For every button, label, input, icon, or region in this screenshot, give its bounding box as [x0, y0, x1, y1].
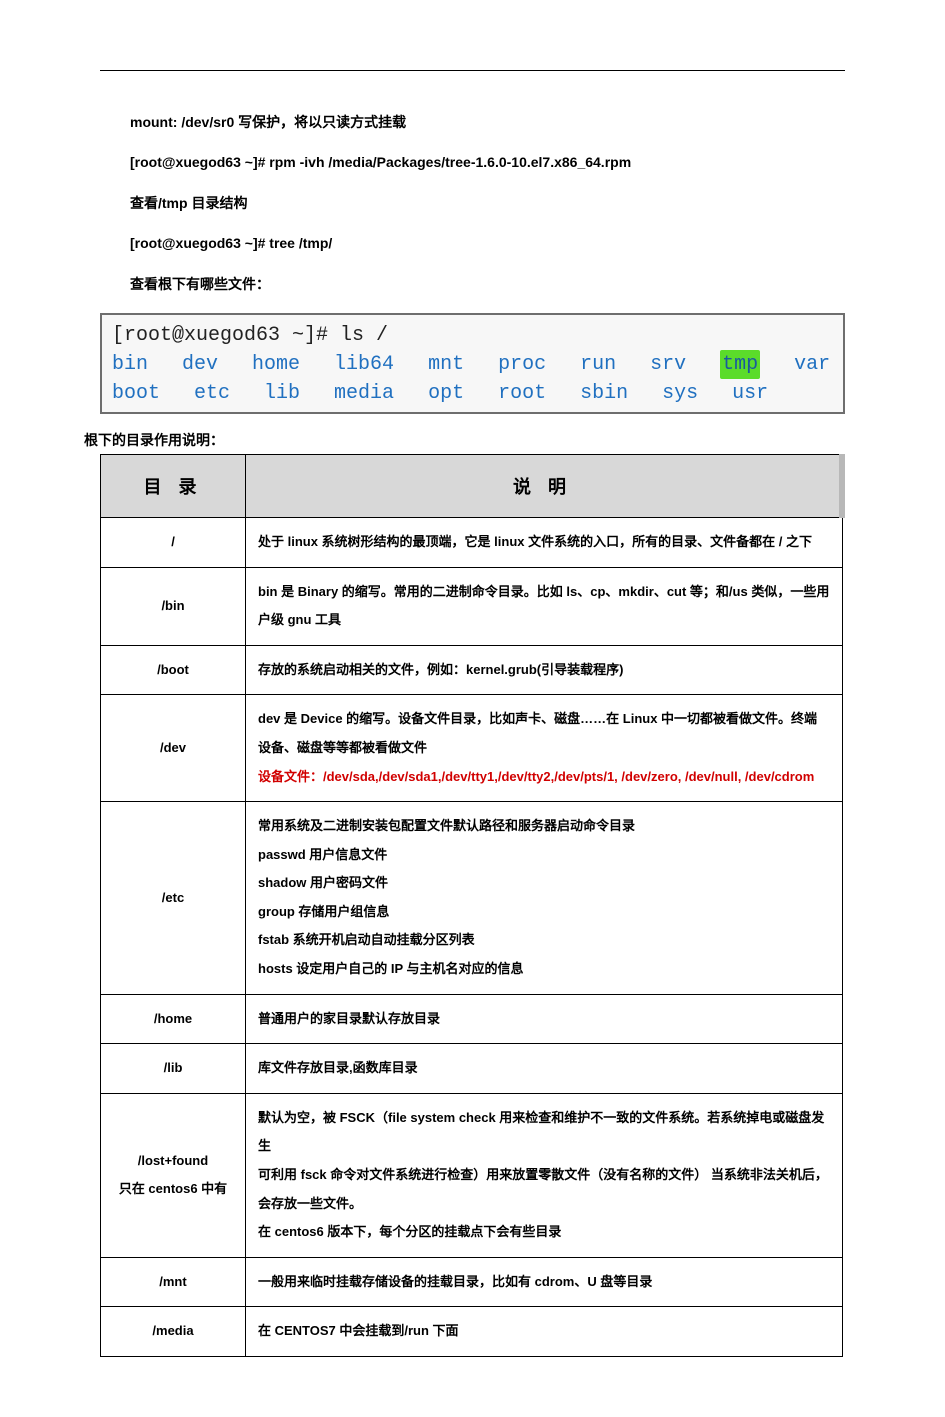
text-line-1: mount: /dev/sr0 写保护，将以只读方式挂载 [130, 111, 845, 133]
table-intro: 根下的目录作用说明： [84, 430, 845, 450]
table-header-desc: 说 明 [246, 454, 843, 517]
table-row: /devdev 是 Device 的缩写。设备文件目录，比如声卡、磁盘……在 L… [101, 695, 843, 802]
text-line-5: 查看根下有哪些文件： [130, 273, 845, 295]
terminal-prompt: [root@xuegod63 ~]# ls / [112, 321, 833, 350]
dir-cell: /media [101, 1307, 246, 1357]
ls-entry: boot [112, 379, 160, 408]
top-rule [100, 70, 845, 71]
ls-entry: opt [428, 379, 464, 408]
desc-cell: 默认为空，被 FSCK（file system check 用来检查和维护不一致… [246, 1093, 843, 1257]
dir-cell: /boot [101, 645, 246, 695]
table-header-dir: 目 录 [101, 454, 246, 517]
ls-entry: bin [112, 350, 148, 379]
dir-cell: /mnt [101, 1257, 246, 1307]
table-row: /lost+found只在 centos6 中有默认为空，被 FSCK（file… [101, 1093, 843, 1257]
terminal-output: [root@xuegod63 ~]# ls / bindevhomelib64m… [100, 313, 845, 414]
ls-entry: lib64 [334, 350, 394, 379]
table-row: /mnt一般用来临时挂载存储设备的挂载目录，比如有 cdrom、U 盘等目录 [101, 1257, 843, 1307]
ls-entry: home [252, 350, 300, 379]
table-row: /etc常用系统及二进制安装包配置文件默认路径和服务器启动命令目录passwd … [101, 802, 843, 995]
desc-cell: 一般用来临时挂载存储设备的挂载目录，比如有 cdrom、U 盘等目录 [246, 1257, 843, 1307]
text-line-3: 查看/tmp 目录结构 [130, 192, 845, 214]
ls-entry: tmp [720, 350, 760, 379]
terminal-ls-row-1: bin dev home lib64 mnt proc run srv tmp var [112, 350, 833, 379]
ls-entry: lib [264, 379, 300, 408]
ls-entry: usr [732, 379, 768, 408]
text-line-2: [root@xuegod63 ~]# rpm -ivh /media/Packa… [130, 151, 845, 173]
desc-cell: dev 是 Device 的缩写。设备文件目录，比如声卡、磁盘……在 Linux… [246, 695, 843, 802]
table-header-row: 目 录 说 明 [101, 454, 843, 517]
desc-cell: 库文件存放目录,函数库目录 [246, 1044, 843, 1094]
table-row: /boot存放的系统启动相关的文件，例如：kernel.grub(引导装载程序) [101, 645, 843, 695]
table-row: /处于 linux 系统树形结构的最顶端，它是 linux 文件系统的入口，所有… [101, 517, 843, 567]
dir-cell: /lib [101, 1044, 246, 1094]
dir-cell: /home [101, 994, 246, 1044]
document-page: mount: /dev/sr0 写保护，将以只读方式挂载 [root@xuego… [0, 0, 945, 1417]
table-row: /lib库文件存放目录,函数库目录 [101, 1044, 843, 1094]
ls-entry: sbin [580, 379, 628, 408]
table-row: /home普通用户的家目录默认存放目录 [101, 994, 843, 1044]
ls-entry: proc [498, 350, 546, 379]
ls-entry: run [580, 350, 616, 379]
desc-cell: 处于 linux 系统树形结构的最顶端，它是 linux 文件系统的入口，所有的… [246, 517, 843, 567]
desc-cell: 存放的系统启动相关的文件，例如：kernel.grub(引导装载程序) [246, 645, 843, 695]
ls-entry: root [498, 379, 546, 408]
dir-cell: /etc [101, 802, 246, 995]
dir-cell: /bin [101, 567, 246, 645]
dir-cell: / [101, 517, 246, 567]
desc-cell: 在 CENTOS7 中会挂载到/run 下面 [246, 1307, 843, 1357]
desc-cell: 普通用户的家目录默认存放目录 [246, 994, 843, 1044]
terminal-ls-row-2: boot etc lib media opt root sbin sys usr [112, 379, 833, 408]
ls-entry: mnt [428, 350, 464, 379]
ls-entry: srv [650, 350, 686, 379]
desc-cell: 常用系统及二进制安装包配置文件默认路径和服务器启动命令目录passwd 用户信息… [246, 802, 843, 995]
desc-cell: bin 是 Binary 的缩写。常用的二进制命令目录。比如 ls、cp、mkd… [246, 567, 843, 645]
dir-cell: /lost+found只在 centos6 中有 [101, 1093, 246, 1257]
directory-table: 目 录 说 明 /处于 linux 系统树形结构的最顶端，它是 linux 文件… [100, 454, 845, 1357]
ls-entry: media [334, 379, 394, 408]
ls-entry: dev [182, 350, 218, 379]
ls-entry: etc [194, 379, 230, 408]
table-row: /media在 CENTOS7 中会挂载到/run 下面 [101, 1307, 843, 1357]
table-row: /binbin 是 Binary 的缩写。常用的二进制命令目录。比如 ls、cp… [101, 567, 843, 645]
dir-cell: /dev [101, 695, 246, 802]
text-line-4: [root@xuegod63 ~]# tree /tmp/ [130, 232, 845, 254]
ls-entry: var [794, 350, 830, 379]
ls-entry: sys [662, 379, 698, 408]
